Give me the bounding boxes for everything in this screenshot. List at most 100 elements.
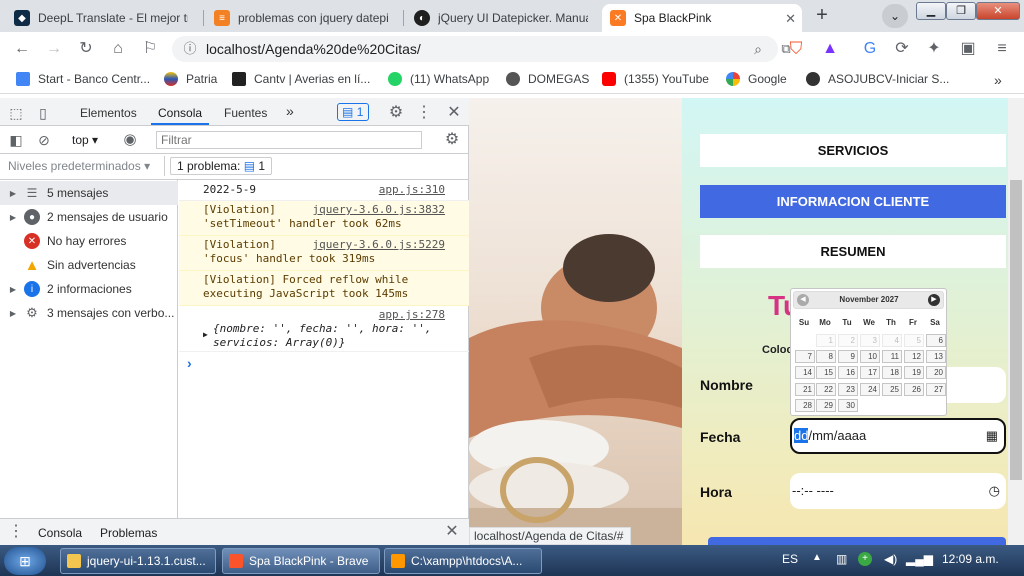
language-indicator[interactable]: ES	[782, 552, 798, 566]
log-entry[interactable]: app.js:310 2022-5-9	[179, 181, 469, 201]
datepicker-day[interactable]: 30	[838, 399, 858, 412]
close-drawer-icon[interactable]: ✕	[442, 522, 462, 542]
submit-button-partial[interactable]	[708, 537, 1006, 545]
log-entry-violation[interactable]: jquery-3.6.0.js:5229 [Violation] 'focus' …	[179, 236, 469, 271]
datepicker-day[interactable]: 23	[838, 383, 858, 396]
datepicker-day[interactable]: 16	[838, 366, 858, 379]
datepicker-day[interactable]: 21	[795, 383, 815, 396]
datepicker-day[interactable]: 14	[795, 366, 815, 379]
extensions-puzzle-icon[interactable]: ✦	[924, 39, 944, 59]
close-devtools-icon[interactable]: ✕	[444, 103, 464, 123]
datepicker-day[interactable]: 10	[860, 350, 880, 363]
brave-shield-icon[interactable]: ⛉	[786, 39, 806, 59]
console-prompt[interactable]: ›	[187, 355, 192, 371]
problems-button[interactable]: 1 problema: ▤ 1	[170, 157, 273, 175]
sidebar-item-verbose[interactable]: ▶ ⚙ 3 mensajes con verbo...	[0, 301, 178, 325]
system-clock[interactable]: 12:09 a.m.	[942, 552, 999, 566]
sidebar-item-errors[interactable]: ✕ No hay errores	[0, 229, 178, 253]
sidebar-item-user-messages[interactable]: ▶ ● 2 mensajes de usuario	[0, 205, 178, 229]
inspect-element-icon[interactable]: ⬚	[6, 103, 26, 123]
calendar-icon[interactable]: ▦	[986, 420, 998, 452]
home-icon[interactable]: ⌂	[108, 39, 128, 59]
log-entry-object[interactable]: app.js:278 ▶ {nombre: '', fecha: '', hora:…	[179, 306, 469, 352]
site-info-icon[interactable]: ⓘ	[180, 39, 200, 59]
log-entry-violation[interactable]: [Violation] Forced reflow while executin…	[179, 271, 469, 306]
tab-jquery[interactable]: ◐ jQuery UI Datepicker. Manual d	[406, 4, 602, 32]
datepicker-day[interactable]: 24	[860, 383, 880, 396]
datepicker-day[interactable]: 12	[904, 350, 924, 363]
taskbar-item-brave[interactable]: Spa BlackPink - Brave	[222, 548, 380, 574]
hora-input[interactable]: --:-- ---- ◷	[790, 473, 1006, 509]
url-text[interactable]: localhost/Agenda%20de%20Citas/	[206, 41, 421, 57]
reload-icon[interactable]: ↻	[76, 39, 96, 59]
close-tab-icon[interactable]: ✕	[785, 11, 796, 27]
datepicker-day[interactable]: 6	[926, 334, 946, 347]
bookmark-whatsapp[interactable]: (11) WhatsApp	[388, 72, 489, 86]
new-tab-button[interactable]: +	[810, 5, 834, 27]
levels-dropdown[interactable]: Niveles predeterminados ▾	[8, 159, 150, 173]
datepicker-day[interactable]: 15	[816, 366, 836, 379]
datepicker-day[interactable]: 18	[882, 366, 902, 379]
next-month-icon[interactable]: ▶	[928, 294, 940, 306]
nav-servicios-button[interactable]: SERVICIOS	[700, 134, 1006, 167]
settings-gear-icon[interactable]: ⚙	[386, 103, 406, 123]
prev-month-icon[interactable]: ◀	[797, 294, 809, 306]
datepicker-day[interactable]: 13	[926, 350, 946, 363]
datepicker-day[interactable]: 22	[816, 383, 836, 396]
minimize-button[interactable]: ▁	[916, 2, 946, 20]
datepicker-day[interactable]: 19	[904, 366, 924, 379]
log-entry-violation[interactable]: jquery-3.6.0.js:3832 [Violation] 'setTime…	[179, 201, 469, 236]
datepicker-day[interactable]: 29	[816, 399, 836, 412]
clear-console-icon[interactable]: ⊘	[34, 130, 54, 150]
back-icon[interactable]: ←	[12, 39, 32, 59]
translate-extension-icon[interactable]: G	[860, 39, 880, 59]
datepicker-day[interactable]: 25	[882, 383, 902, 396]
nav-informacion-cliente-button[interactable]: INFORMACION CLIENTE	[700, 185, 1006, 218]
drawer-menu-icon[interactable]: ⋮	[6, 522, 26, 542]
more-tabs-button[interactable]: »	[286, 103, 294, 119]
issues-button[interactable]: ▤ 1	[337, 103, 369, 121]
nav-resumen-button[interactable]: RESUMEN	[700, 235, 1006, 268]
sidebar-toggle-icon[interactable]: ◧	[6, 130, 26, 150]
expand-object-arrow-icon[interactable]: ▶	[203, 328, 208, 342]
tray-security-icon[interactable]: +	[858, 552, 872, 566]
tab-spa-blackpink[interactable]: ✕ Spa BlackPink ✕	[602, 4, 802, 32]
bookmark-youtube[interactable]: (1355) YouTube	[602, 72, 709, 86]
datepicker-day[interactable]: 8	[816, 350, 836, 363]
drawer-tab-consola[interactable]: Consola	[38, 526, 82, 540]
datepicker-day[interactable]: 11	[882, 350, 902, 363]
scrollbar-thumb[interactable]	[1010, 180, 1022, 480]
device-toolbar-icon[interactable]: ▯	[33, 103, 53, 123]
wallet-icon[interactable]: ▣	[958, 39, 978, 59]
bookmark-icon[interactable]: ⚐	[140, 39, 160, 59]
datepicker-day[interactable]: 26	[904, 383, 924, 396]
tab-elementos[interactable]: Elementos	[80, 106, 137, 120]
zoom-search-icon[interactable]: ⌕	[748, 39, 768, 59]
datepicker-day[interactable]: 17	[860, 366, 880, 379]
clock-icon[interactable]: ◷	[989, 473, 1000, 509]
tab-stackoverflow[interactable]: ≡ problemas con jquery datepick	[206, 4, 402, 32]
context-selector[interactable]: top ▾	[72, 133, 98, 147]
console-settings-icon[interactable]: ⚙	[442, 130, 462, 150]
sidebar-item-info[interactable]: ▶ i 2 informaciones	[0, 277, 178, 301]
datepicker-day[interactable]: 9	[838, 350, 858, 363]
start-button[interactable]: ⊞	[4, 547, 46, 575]
sidebar-item-messages[interactable]: ▶ ☰ 5 mensajes	[0, 181, 178, 205]
bookmark-cantv[interactable]: Cantv | Averias en lí...	[232, 72, 370, 86]
taskbar-item-sublime[interactable]: C:\xampp\htdocs\A...	[384, 548, 542, 574]
datepicker-day[interactable]: 27	[926, 383, 946, 396]
bookmarks-overflow-button[interactable]: »	[994, 72, 1002, 88]
sidebar-item-warnings[interactable]: ▲ Sin advertencias	[0, 253, 178, 277]
brave-rewards-icon[interactable]: ▲	[820, 39, 840, 59]
extension-sync-icon[interactable]: ⟳	[892, 39, 912, 59]
tab-search-button[interactable]: ⌄	[882, 4, 908, 28]
kebab-menu-icon[interactable]: ⋮	[414, 103, 434, 123]
maximize-button[interactable]: ❐	[946, 2, 976, 20]
network-signal-icon[interactable]: ▂▄▆	[906, 552, 933, 566]
bookmark-banco-central[interactable]: Start - Banco Centr...	[16, 72, 150, 86]
tray-expand-icon[interactable]: ▲	[812, 552, 822, 563]
datepicker-day[interactable]: 28	[795, 399, 815, 412]
bookmark-patria[interactable]: Patria	[164, 72, 217, 86]
drawer-tab-problemas[interactable]: Problemas	[100, 526, 157, 540]
menu-icon[interactable]: ≡	[992, 39, 1012, 59]
